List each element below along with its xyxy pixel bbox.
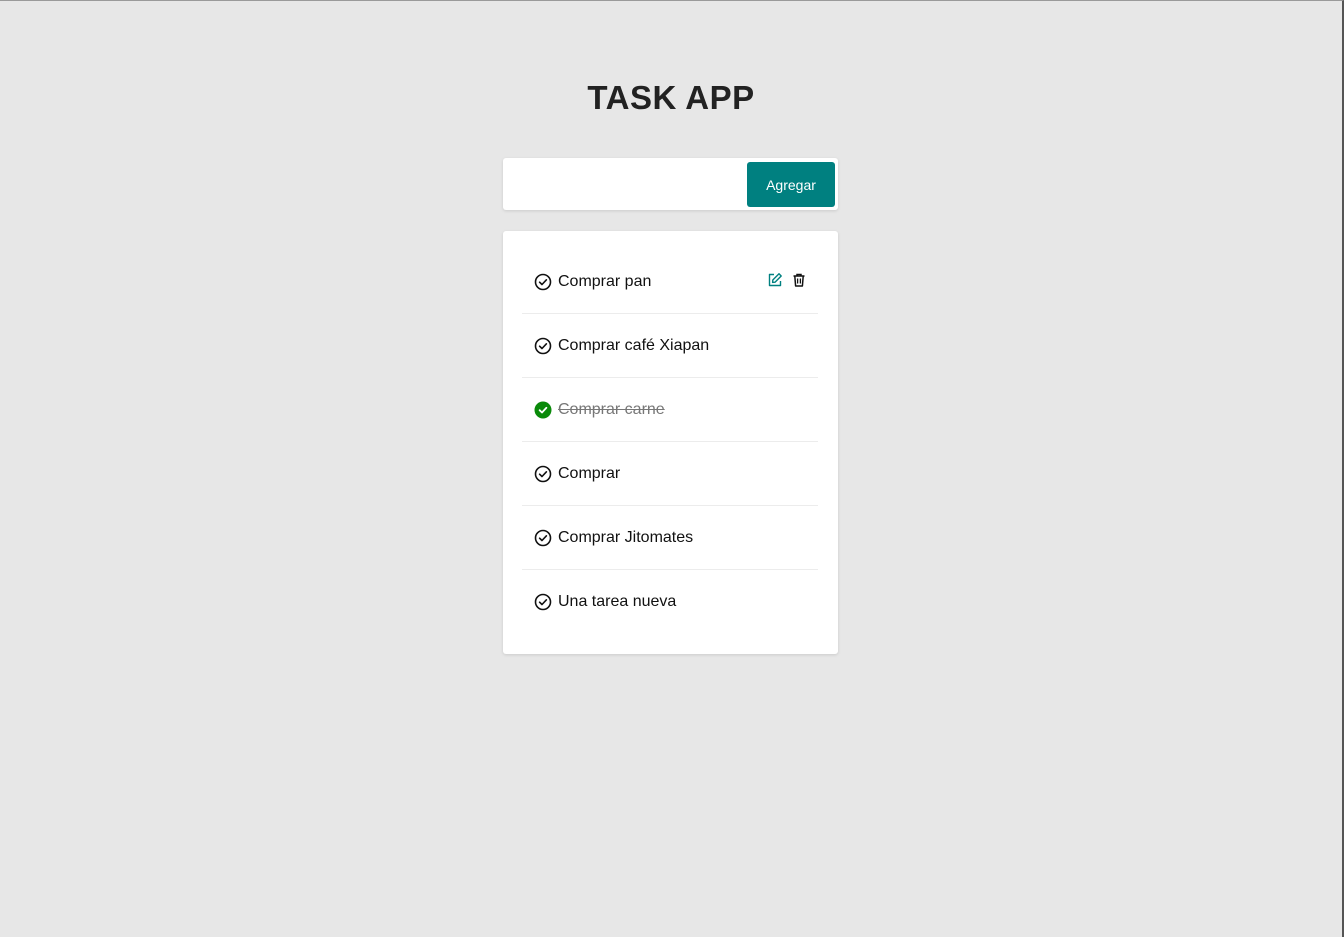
task-text: Comprar Jitomates [558, 528, 694, 546]
task-actions [767, 272, 807, 288]
task-item: Una tarea nueva [522, 570, 818, 634]
task-text: Comprar pan [558, 272, 652, 290]
task-text: Comprar café Xiapan [558, 336, 710, 354]
task-item: Comprar pan [522, 250, 818, 314]
task-text: Comprar carne [558, 400, 665, 418]
task-item: Comprar café Xiapan [522, 314, 818, 378]
check-circle-icon[interactable] [534, 273, 552, 291]
check-circle-icon[interactable] [534, 529, 552, 547]
check-circle-icon[interactable] [534, 593, 552, 611]
task-item: Comprar [522, 442, 818, 506]
add-task-button[interactable]: Agregar [747, 162, 835, 207]
task-input[interactable] [509, 163, 739, 205]
check-circle-icon[interactable] [534, 465, 552, 483]
trash-icon[interactable] [791, 272, 807, 288]
task-text: Comprar [558, 464, 621, 482]
task-item: Comprar carne [522, 378, 818, 442]
task-list-card: Comprar pan Comprar café Xiapan Comprar … [503, 231, 838, 654]
task-form: Agregar [503, 158, 838, 210]
edit-icon[interactable] [767, 272, 783, 288]
task-list: Comprar pan Comprar café Xiapan Comprar … [522, 250, 818, 634]
task-item: Comprar Jitomates [522, 506, 818, 570]
check-circle-filled-icon[interactable] [534, 401, 552, 419]
check-circle-icon[interactable] [534, 337, 552, 355]
page-title: TASK APP [587, 79, 755, 116]
task-text: Una tarea nueva [558, 593, 677, 610]
